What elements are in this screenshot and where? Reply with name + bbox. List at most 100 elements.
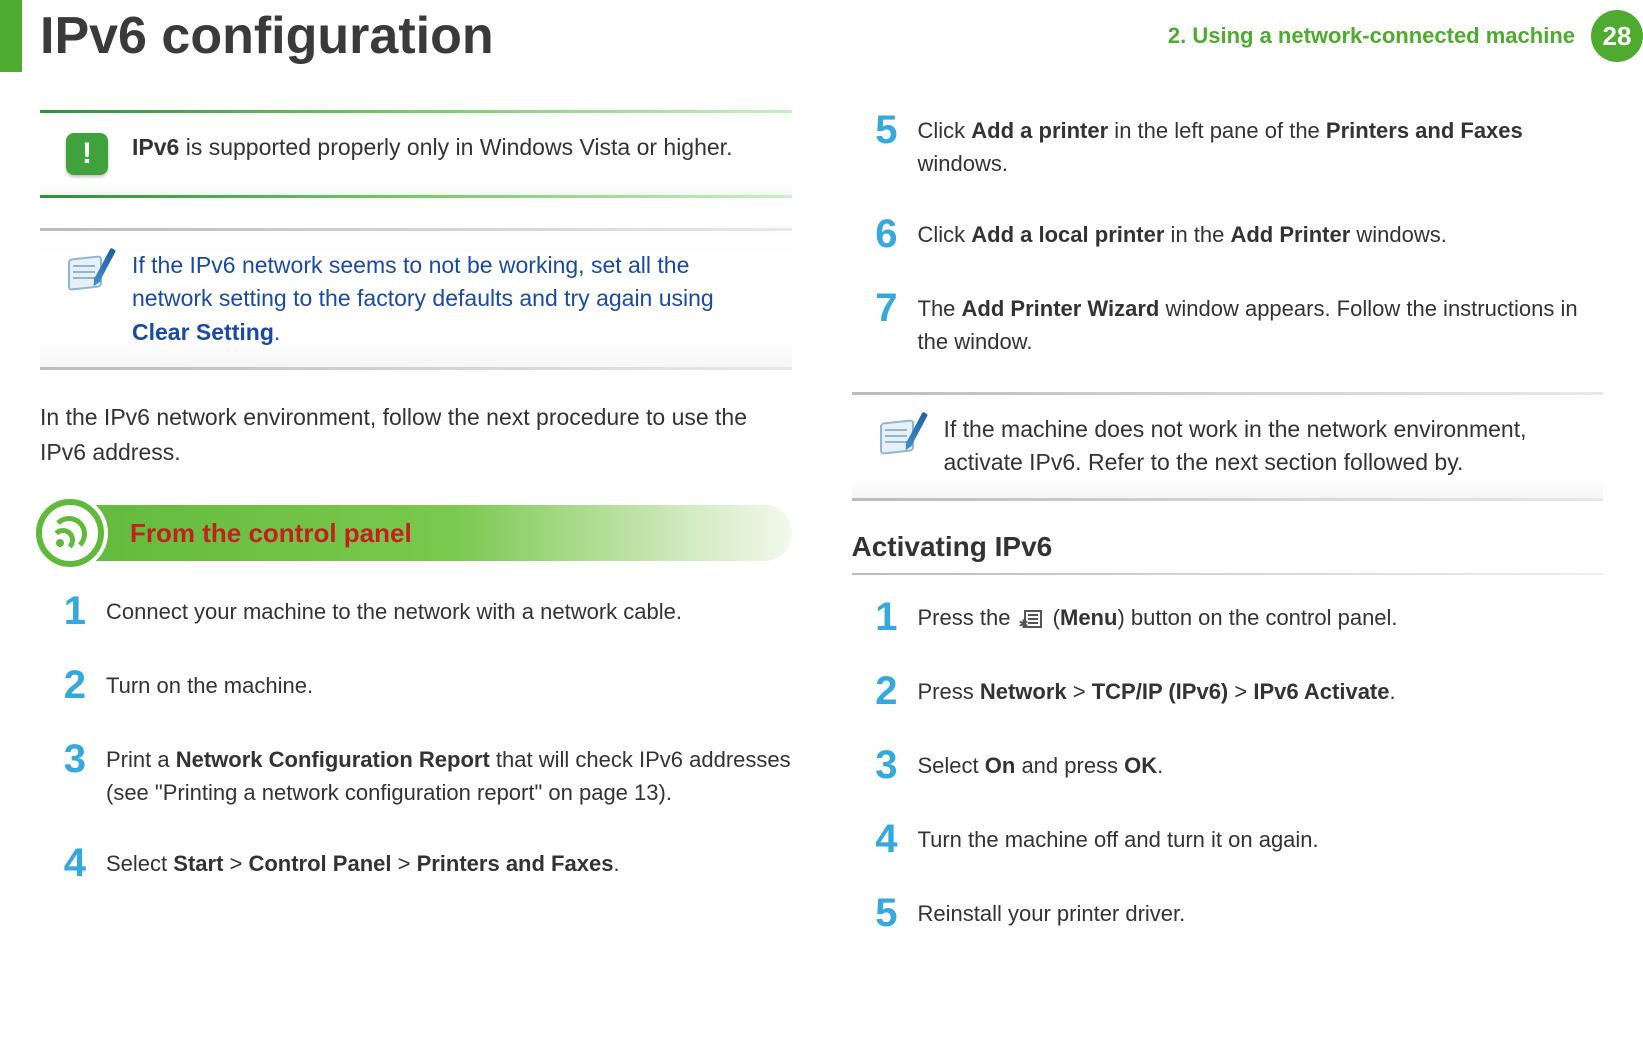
t: Network Configuration Report <box>176 747 490 772</box>
step-number: 3 <box>862 745 898 785</box>
t: Add Printer Wizard <box>962 296 1160 321</box>
act-step-4: 4 Turn the machine off and turn it on ag… <box>862 819 1604 859</box>
t: Printers and Faxes <box>417 851 614 876</box>
step-5: 5 Click Add a printer in the left pane o… <box>862 110 1604 180</box>
t: Select <box>918 753 985 778</box>
t: The <box>918 296 962 321</box>
step-number: 6 <box>862 214 898 254</box>
alert-bold: IPv6 <box>132 134 179 160</box>
note-pencil-icon <box>876 413 922 459</box>
note-pencil-icon <box>64 249 110 295</box>
step-text: The Add Printer Wizard window appears. F… <box>918 288 1604 358</box>
chapter-label: 2. Using a network-connected machine <box>1168 23 1575 49</box>
step-number: 1 <box>862 597 898 637</box>
t: ) button on the control panel. <box>1117 605 1397 630</box>
section-icon <box>36 499 104 567</box>
t: TCP/IP (IPv6) <box>1092 679 1229 704</box>
subheading-activating: Activating IPv6 <box>852 531 1604 563</box>
t: windows. <box>1350 222 1447 247</box>
step-text: Click Add a local printer in the Add Pri… <box>918 214 1447 251</box>
alert-text: IPv6 is supported properly only in Windo… <box>132 131 732 164</box>
title-wrap: IPv6 configuration <box>0 0 494 72</box>
tip-line: If the IPv6 network seems to not be work… <box>132 252 714 311</box>
t: > <box>391 851 416 876</box>
t: in the <box>1164 222 1230 247</box>
header-accent-bar <box>0 0 22 72</box>
section-title: From the control panel <box>130 518 412 549</box>
t: > <box>223 851 248 876</box>
step-2: 2 Turn on the machine. <box>50 665 792 705</box>
tip-icon <box>876 413 922 459</box>
t: On <box>985 753 1016 778</box>
tip-text: If the IPv6 network seems to not be work… <box>132 249 768 349</box>
t: OK <box>1124 753 1157 778</box>
step-number: 2 <box>862 671 898 711</box>
t: windows. <box>918 151 1008 176</box>
step-7: 7 The Add Printer Wizard window appears.… <box>862 288 1604 358</box>
t: Add Printer <box>1230 222 1350 247</box>
step-number: 5 <box>862 110 898 150</box>
tip-callout-right: If the machine does not work in the netw… <box>852 392 1604 501</box>
page-number-badge: 28 <box>1591 10 1643 62</box>
t: Click <box>918 118 972 143</box>
t: Press the <box>918 605 1017 630</box>
step-text: Press the ✱ (Menu) button on the control… <box>918 597 1398 634</box>
step-text: Turn the machine off and turn it on agai… <box>918 819 1319 856</box>
step-text: Connect your machine to the network with… <box>106 591 682 628</box>
right-column: 5 Click Add a printer in the left pane o… <box>852 110 1604 967</box>
t: Control Panel <box>248 851 391 876</box>
rss-icon <box>53 516 87 550</box>
t: > <box>1228 679 1253 704</box>
t: . <box>1390 679 1396 704</box>
intro-paragraph: In the IPv6 network environment, follow … <box>40 400 792 469</box>
step-6: 6 Click Add a local printer in the Add P… <box>862 214 1604 254</box>
step-number: 5 <box>862 893 898 933</box>
step-text: Press Network > TCP/IP (IPv6) > IPv6 Act… <box>918 671 1396 708</box>
header-right: 2. Using a network-connected machine 28 <box>1168 10 1643 62</box>
steps-list-activating: 1 Press the ✱ (Menu) button on the contr… <box>852 597 1604 933</box>
t: IPv6 Activate <box>1253 679 1389 704</box>
step-number: 3 <box>50 739 86 779</box>
step-text: Select Start > Control Panel > Printers … <box>106 843 620 880</box>
tip-text: If the machine does not work in the netw… <box>944 413 1580 480</box>
left-column: ! IPv6 is supported properly only in Win… <box>40 110 792 967</box>
page-title: IPv6 configuration <box>40 6 494 66</box>
menu-icon: ✱ <box>1020 608 1044 630</box>
t: in the left pane of the <box>1108 118 1326 143</box>
step-text: Click Add a printer in the left pane of … <box>918 110 1604 180</box>
t: Add a printer <box>971 118 1108 143</box>
t: Select <box>106 851 173 876</box>
step-text: Print a Network Configuration Report tha… <box>106 739 792 809</box>
t: . <box>613 851 619 876</box>
step-3: 3 Print a Network Configuration Report t… <box>50 739 792 809</box>
t: Press <box>918 679 980 704</box>
step-number: 1 <box>50 591 86 631</box>
step-number: 4 <box>862 819 898 859</box>
section-header: From the control panel <box>40 505 792 561</box>
t: and press <box>1015 753 1124 778</box>
step-4: 4 Select Start > Control Panel > Printer… <box>50 843 792 883</box>
alert-icon: ! <box>64 131 110 177</box>
t: Start <box>173 851 223 876</box>
t: Printers and Faxes <box>1326 118 1523 143</box>
steps-list-right-top: 5 Click Add a printer in the left pane o… <box>852 110 1604 358</box>
t: . <box>1157 753 1163 778</box>
act-step-1: 1 Press the ✱ (Menu) button on the contr… <box>862 597 1604 637</box>
tip-bold: Clear Setting <box>132 319 274 345</box>
t: > <box>1067 679 1092 704</box>
t: Click <box>918 222 972 247</box>
exclamation-icon: ! <box>66 133 108 175</box>
tip-icon <box>64 249 110 295</box>
step-1: 1 Connect your machine to the network wi… <box>50 591 792 631</box>
page-header: IPv6 configuration 2. Using a network-co… <box>0 0 1643 72</box>
t: Add a local printer <box>971 222 1164 247</box>
step-text: Turn on the machine. <box>106 665 313 702</box>
act-step-5: 5 Reinstall your printer driver. <box>862 893 1604 933</box>
step-text: Reinstall your printer driver. <box>918 893 1186 930</box>
step-number: 4 <box>50 843 86 883</box>
act-step-3: 3 Select On and press OK. <box>862 745 1604 785</box>
tip-callout: If the IPv6 network seems to not be work… <box>40 228 792 370</box>
t: Menu <box>1060 605 1117 630</box>
t: ( <box>1047 605 1060 630</box>
subheading-rule <box>852 573 1604 575</box>
